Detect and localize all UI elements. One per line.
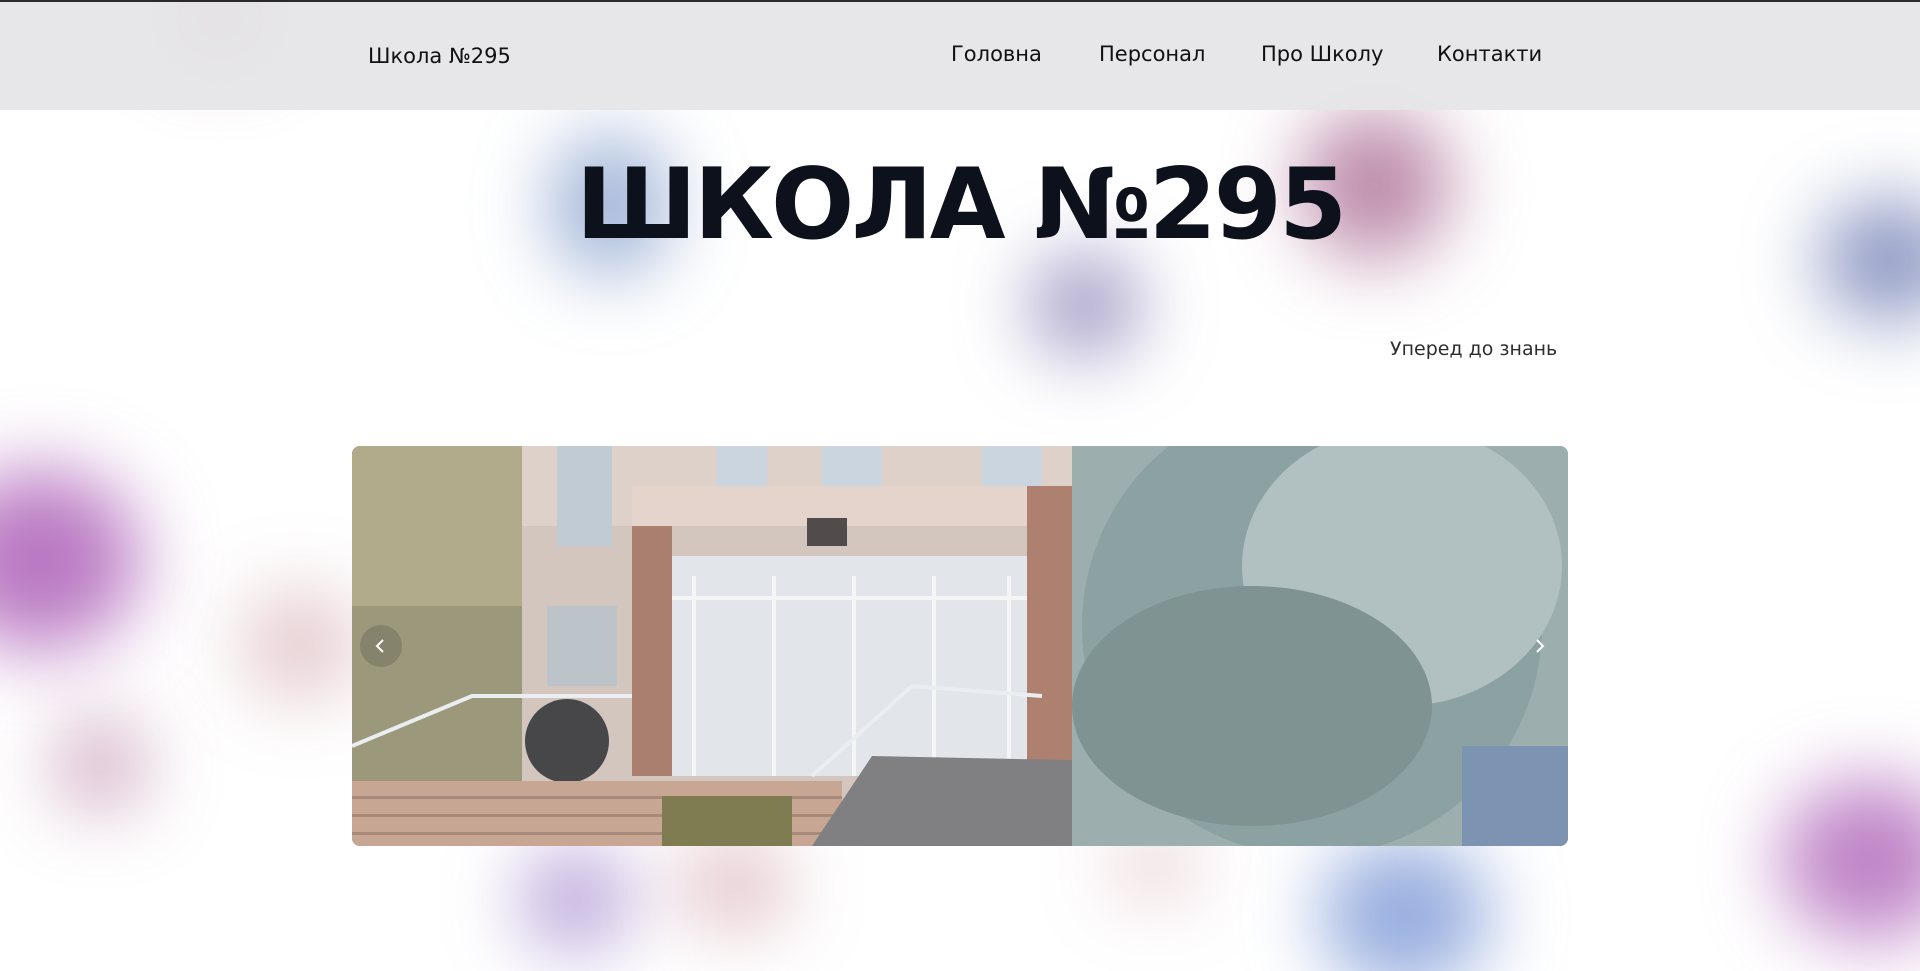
nav-link-staff[interactable]: Персонал	[1099, 42, 1205, 66]
chevron-left-icon	[375, 639, 384, 653]
nav-link-contacts[interactable]: Контакти	[1437, 42, 1542, 66]
decor-blob	[1320, 840, 1490, 971]
top-border	[0, 0, 1920, 2]
decor-blob	[240, 590, 360, 700]
decor-blob	[55, 720, 145, 810]
nav-link-about[interactable]: Про Школу	[1261, 42, 1383, 66]
decor-blob	[1030, 255, 1140, 355]
school-entrance-photo	[352, 446, 1568, 846]
nav-link-home[interactable]: Головна	[951, 42, 1042, 66]
chevron-right-icon	[1536, 639, 1545, 653]
page-subtitle: Уперед до знань	[1390, 338, 1558, 360]
decor-blob	[680, 840, 790, 930]
carousel-prev-button[interactable]	[360, 625, 402, 667]
decor-blob	[1780, 780, 1920, 940]
navbar: Школа №295 Головна Персонал Про Школу Ко…	[0, 0, 1920, 110]
page: Школа №295 Головна Персонал Про Школу Ко…	[0, 0, 1920, 971]
carousel-next-button[interactable]	[1518, 625, 1560, 667]
image-carousel	[352, 446, 1568, 846]
decor-blob	[520, 850, 630, 950]
page-title: ШКОЛА №295	[575, 148, 1347, 262]
nav-menu: Головна Персонал Про Школу Контакти	[0, 42, 1920, 72]
decor-blob	[0, 470, 140, 650]
